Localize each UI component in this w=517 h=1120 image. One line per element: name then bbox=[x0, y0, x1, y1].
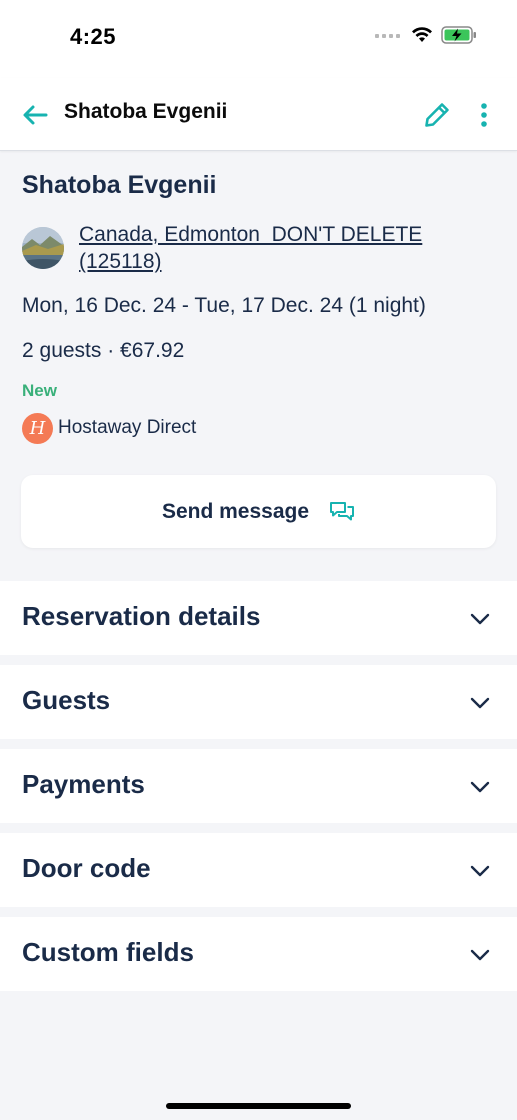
status-badge: New bbox=[22, 381, 57, 400]
send-message-button[interactable]: Send message bbox=[21, 475, 496, 548]
send-message-label: Send message bbox=[161, 499, 310, 523]
section-door-code[interactable]: Door code bbox=[0, 833, 517, 907]
listing-link[interactable]: Canada, Edmonton_DON'T DELETE (125118) bbox=[79, 221, 439, 275]
chevron-down-icon bbox=[470, 613, 490, 625]
chevron-down-icon bbox=[470, 781, 490, 793]
chevron-down-icon bbox=[470, 949, 490, 961]
reservation-dates: Mon, 16 Dec. 24 - Tue, 17 Dec. 24 (1 nig… bbox=[22, 294, 426, 317]
section-title: Reservation details bbox=[22, 601, 261, 631]
section-title: Payments bbox=[22, 769, 145, 799]
channel-initial: H bbox=[29, 418, 46, 439]
section-payments[interactable]: Payments bbox=[0, 749, 517, 823]
landscape-photo bbox=[22, 227, 64, 269]
status-icons bbox=[375, 26, 477, 44]
more-options-button[interactable] bbox=[472, 98, 496, 132]
page-title: Shatoba Evgenii bbox=[64, 100, 228, 123]
more-vertical-icon bbox=[481, 103, 487, 127]
section-custom-fields[interactable]: Custom fields bbox=[0, 917, 517, 991]
guests-and-price: 2 guests · €67.92 bbox=[22, 339, 185, 362]
channel-label: Hostaway Direct bbox=[58, 417, 197, 438]
wifi-icon bbox=[412, 27, 432, 42]
pencil-icon bbox=[425, 103, 449, 127]
listing-thumbnail[interactable] bbox=[22, 227, 64, 269]
edit-button[interactable] bbox=[420, 98, 454, 132]
arrow-left-icon bbox=[23, 105, 48, 125]
signal-icon bbox=[375, 34, 400, 38]
back-button[interactable] bbox=[20, 100, 50, 130]
section-guests[interactable]: Guests bbox=[0, 665, 517, 739]
section-title: Custom fields bbox=[22, 937, 194, 967]
section-title: Door code bbox=[22, 853, 151, 883]
chevron-down-icon bbox=[470, 697, 490, 709]
status-time: 4:25 bbox=[70, 24, 117, 49]
battery-charging-icon bbox=[441, 26, 476, 44]
section-reservation-details[interactable]: Reservation details bbox=[0, 581, 517, 655]
hostaway-channel-icon: H bbox=[22, 413, 53, 444]
chevron-down-icon bbox=[470, 865, 490, 877]
home-indicator[interactable] bbox=[166, 1103, 351, 1109]
guest-name: Shatoba Evgenii bbox=[22, 171, 217, 199]
chat-bubbles-icon bbox=[330, 501, 355, 520]
section-title: Guests bbox=[22, 685, 111, 715]
status-bar: 4:25 bbox=[0, 0, 517, 78]
navigation-bar: Shatoba Evgenii bbox=[0, 78, 517, 151]
